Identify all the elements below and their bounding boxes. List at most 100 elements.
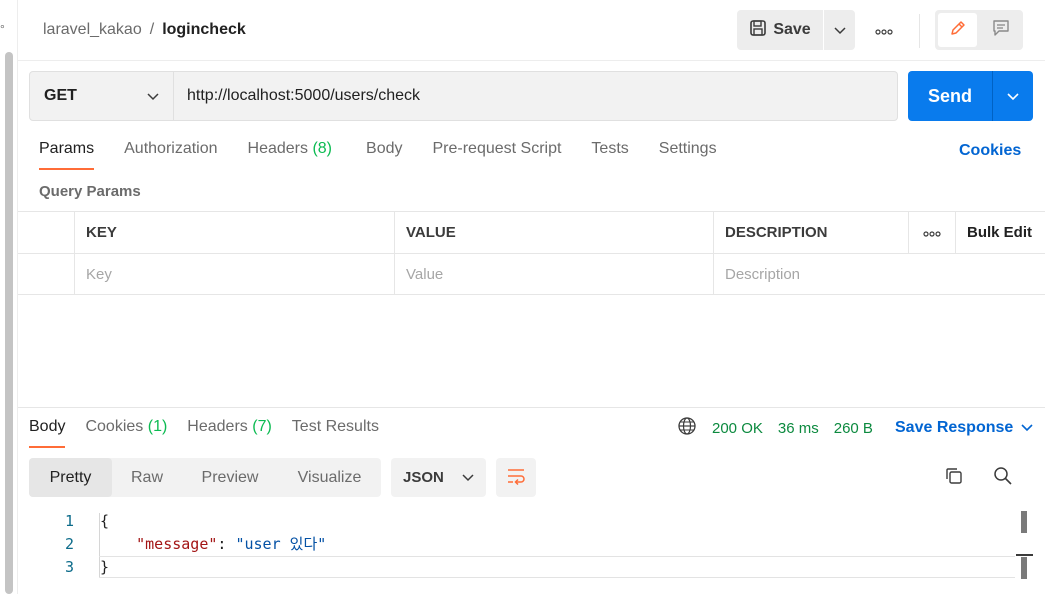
send-options-dropdown[interactable] xyxy=(992,71,1033,121)
view-visualize[interactable]: Visualize xyxy=(278,458,381,497)
breadcrumb-collection[interactable]: laravel_kakao xyxy=(43,21,142,39)
code-text: "message": "user 있다" xyxy=(100,533,326,556)
json-key: "message" xyxy=(136,535,218,553)
wrap-lines-icon xyxy=(506,467,526,489)
view-pretty[interactable]: Pretty xyxy=(29,458,112,497)
response-meta: 200 OK 36 ms 260 B xyxy=(677,416,873,440)
save-response-button[interactable]: Save Response xyxy=(895,419,1033,437)
response-tabs: Body Cookies (1) Headers (7) Test Result… xyxy=(29,418,379,448)
code-line: 1 { xyxy=(18,510,1018,533)
param-key-input[interactable]: Key xyxy=(74,254,394,295)
chevron-down-icon xyxy=(1007,88,1019,105)
tab-label: Authorization xyxy=(124,140,218,157)
json-brace: { xyxy=(100,512,110,530)
send-button-group: Send xyxy=(908,71,1033,121)
response-tab-test-results[interactable]: Test Results xyxy=(292,418,379,448)
editor-scrollbar-cursor-marker xyxy=(1016,554,1033,556)
comments-mode-button[interactable] xyxy=(981,13,1020,47)
view-mode-tabs: Pretty Raw Preview Visualize xyxy=(29,458,381,497)
tab-settings[interactable]: Settings xyxy=(659,140,717,170)
code-line: 3 } xyxy=(18,556,1018,579)
more-horizontal-icon xyxy=(875,22,893,39)
url-input[interactable]: http://localhost:5000/users/check xyxy=(174,71,898,121)
edit-pencil-icon xyxy=(948,18,968,42)
comment-icon xyxy=(991,18,1011,42)
query-params-heading: Query Params xyxy=(39,183,141,200)
tab-authorization[interactable]: Authorization xyxy=(124,140,217,170)
save-button[interactable]: Save xyxy=(737,10,823,50)
breadcrumb-separator: / xyxy=(149,21,155,38)
tab-label: Body xyxy=(29,418,66,435)
edit-mode-button[interactable] xyxy=(938,13,977,47)
response-tab-cookies[interactable]: Cookies (1) xyxy=(85,418,167,448)
left-scrollbar[interactable] xyxy=(5,52,13,594)
save-response-label: Save Response xyxy=(895,419,1014,436)
response-tab-body[interactable]: Body xyxy=(29,418,66,448)
tab-count-badge: (7) xyxy=(252,418,272,435)
table-row: Key Value Description xyxy=(18,253,1045,295)
param-description-input[interactable]: Description xyxy=(713,254,1045,295)
save-label: Save xyxy=(773,21,811,38)
chevron-down-icon xyxy=(147,88,159,105)
editor-scrollbar-marker[interactable] xyxy=(1021,511,1027,533)
tab-count-badge: (8) xyxy=(312,140,333,157)
cookies-link[interactable]: Cookies xyxy=(959,142,1021,160)
tab-label: Params xyxy=(39,140,95,157)
json-colon: : xyxy=(217,535,236,553)
tab-label: Cookies xyxy=(85,418,144,435)
search-icon xyxy=(993,466,1013,490)
copy-button[interactable] xyxy=(939,463,969,493)
tab-tests[interactable]: Tests xyxy=(591,140,628,170)
tab-label: Test Results xyxy=(291,418,379,435)
method-select[interactable]: GET xyxy=(29,71,174,121)
tab-pre-request-script[interactable]: Pre-request Script xyxy=(432,140,561,170)
save-icon xyxy=(749,19,767,42)
tab-body[interactable]: Body xyxy=(366,140,402,170)
table-header-row: KEY VALUE DESCRIPTION Bulk Edit xyxy=(18,211,1045,253)
json-brace: } xyxy=(100,558,110,576)
tab-label: Tests xyxy=(591,140,629,157)
bulk-edit-button[interactable]: Bulk Edit xyxy=(955,212,1045,253)
send-button[interactable]: Send xyxy=(908,71,992,121)
json-string-value: "user 있다" xyxy=(235,535,327,553)
chevron-down-icon xyxy=(1021,419,1033,437)
view-preview[interactable]: Preview xyxy=(182,458,278,497)
code-line: 2 "message": "user 있다" xyxy=(18,533,1018,556)
breadcrumb-request-name[interactable]: logincheck xyxy=(162,21,246,39)
response-body-editor[interactable]: 1 { 2 "message": "user 있다" 3 } xyxy=(18,510,1018,579)
save-options-dropdown[interactable] xyxy=(824,10,855,50)
line-number: 2 xyxy=(64,535,74,553)
wrap-lines-button[interactable] xyxy=(496,458,536,497)
copy-icon xyxy=(944,466,964,490)
column-options-button[interactable] xyxy=(908,212,955,253)
response-time[interactable]: 36 ms xyxy=(778,420,819,437)
status-badge[interactable]: 200 OK xyxy=(712,420,763,437)
tab-params[interactable]: Params xyxy=(39,140,95,170)
editor-scrollbar-marker[interactable] xyxy=(1021,557,1027,579)
format-value: JSON xyxy=(403,469,444,486)
header-divider xyxy=(919,14,920,48)
code-text: { xyxy=(100,510,109,533)
code-text: } xyxy=(100,556,109,579)
breadcrumb: laravel_kakao / logincheck xyxy=(43,21,246,39)
globe-icon[interactable] xyxy=(677,416,697,440)
chevron-down-icon xyxy=(462,469,474,486)
request-tabs: Params Authorization Headers (8) Body Pr… xyxy=(39,140,717,170)
column-header-key: KEY xyxy=(74,212,394,253)
search-button[interactable] xyxy=(988,463,1018,493)
line-number: 1 xyxy=(64,512,74,530)
url-value: http://localhost:5000/users/check xyxy=(187,87,421,104)
view-raw[interactable]: Raw xyxy=(112,458,182,497)
tab-label: Settings xyxy=(658,140,717,157)
more-actions-button[interactable] xyxy=(868,18,900,42)
response-size[interactable]: 260 B xyxy=(834,420,873,437)
response-pane-divider[interactable] xyxy=(18,407,1045,408)
format-select[interactable]: JSON xyxy=(391,458,486,497)
param-value-input[interactable]: Value xyxy=(394,254,713,295)
tab-headers[interactable]: Headers (8) xyxy=(248,140,333,170)
response-tab-headers[interactable]: Headers (7) xyxy=(187,418,272,448)
tab-count-badge: (1) xyxy=(147,418,168,435)
sidebar-edge-mark: ° xyxy=(0,22,5,36)
more-horizontal-icon xyxy=(923,224,941,241)
